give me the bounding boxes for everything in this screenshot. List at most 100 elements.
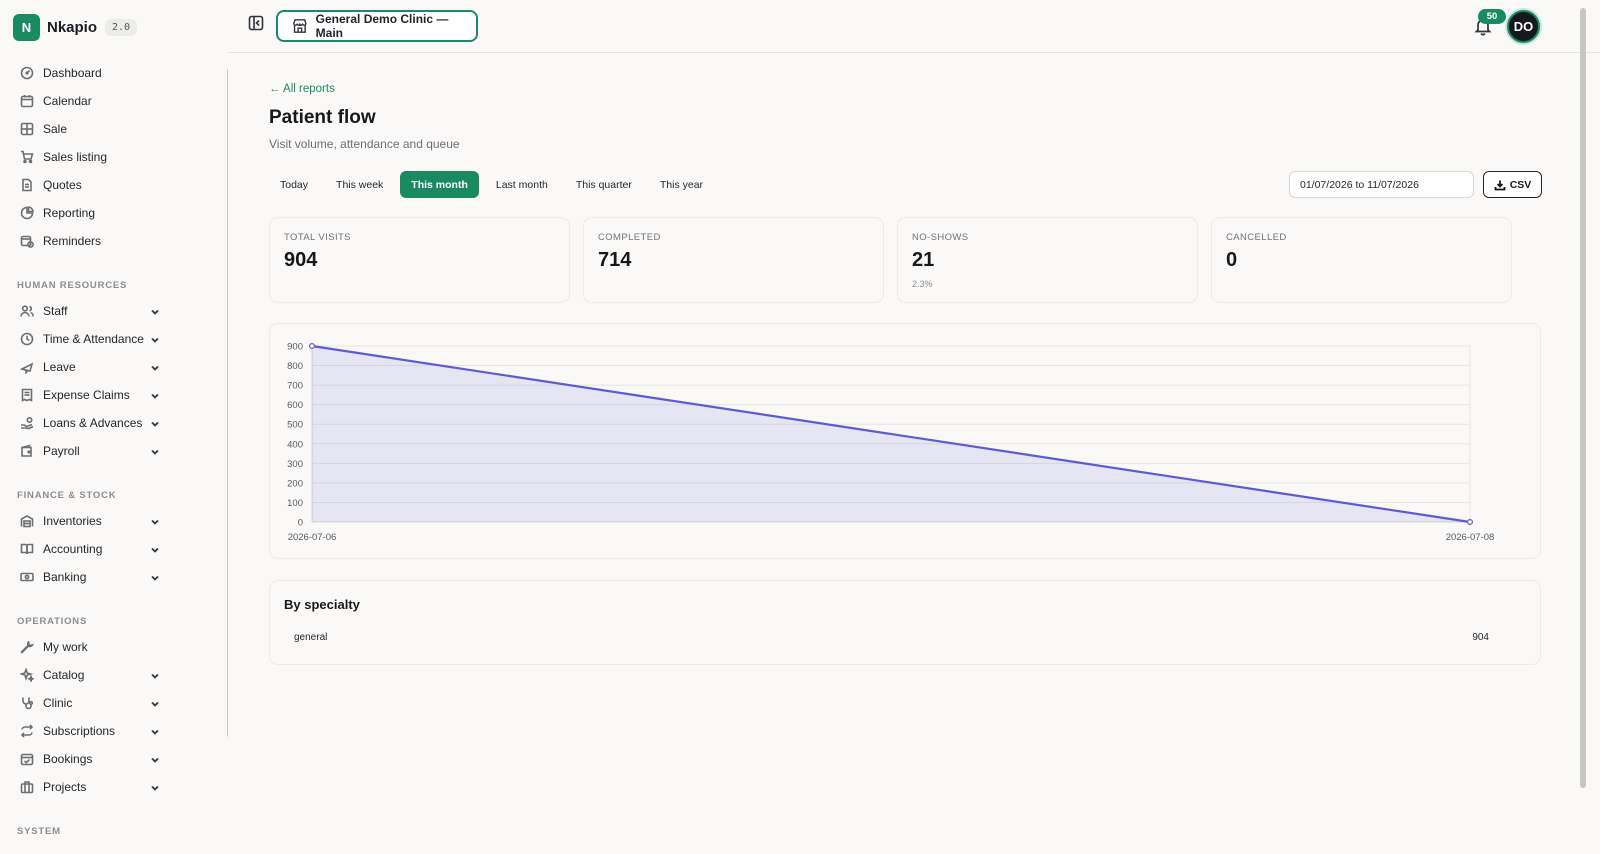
- range-tab-this-year[interactable]: This year: [649, 171, 714, 198]
- scroll-up-arrow-icon[interactable]: ▲: [226, 58, 228, 65]
- range-tab-last-month[interactable]: Last month: [485, 171, 559, 198]
- stat-card-completed: COMPLETED 714: [583, 217, 884, 303]
- clinic-selector-button[interactable]: General Demo Clinic — Main: [276, 10, 478, 42]
- sidebar-item-label: Leave: [43, 360, 76, 374]
- wrench-icon: [20, 640, 34, 654]
- banknote-icon: [20, 570, 34, 584]
- sidebar-item-label: Clinic: [43, 696, 73, 710]
- sidebar-item-time-and-attendance[interactable]: Time & Attendance: [0, 325, 228, 353]
- sidebar-nav: Dashboard Calendar Sale Sales listing Quotes…: [0, 59, 228, 843]
- sidebar-expand-toggle[interactable]: [150, 670, 160, 680]
- sidebar-item-label: Dashboard: [43, 66, 102, 80]
- sidebar-item-accounting[interactable]: Accounting: [0, 535, 228, 563]
- dashboard-icon: [20, 66, 34, 80]
- y-tick-label: 0: [298, 518, 303, 529]
- range-tab-today[interactable]: Today: [269, 171, 319, 198]
- brand[interactable]: N Nkapio 2.0: [13, 13, 138, 41]
- page-scrollbar[interactable]: [1578, 0, 1588, 854]
- sidebar-expand-toggle[interactable]: [150, 390, 160, 400]
- app-root: N Nkapio 2.0 Dashboard Calendar Sale Sales …: [0, 0, 1600, 854]
- y-tick-label: 500: [287, 420, 303, 431]
- sidebar-item-subscriptions[interactable]: Subscriptions: [0, 717, 228, 745]
- range-tab-this-week[interactable]: This week: [325, 171, 394, 198]
- sidebar-scroll-thumb[interactable]: [227, 68, 228, 738]
- specialty-count: 904: [1472, 632, 1489, 643]
- chevron-down-icon: [151, 729, 159, 735]
- chevron-down-icon: [151, 393, 159, 399]
- sidebar-expand-toggle[interactable]: [150, 782, 160, 792]
- user-avatar[interactable]: DO: [1507, 10, 1540, 43]
- sidebar-item-label: Inventories: [43, 514, 102, 528]
- page-title: Patient flow: [269, 107, 376, 128]
- data-point: [308, 343, 315, 350]
- repeat-icon: [20, 724, 34, 738]
- document-icon: [20, 178, 34, 192]
- topbar: General Demo Clinic — Main 50 DO: [228, 0, 1600, 53]
- sidebar-item-quotes[interactable]: Quotes: [0, 171, 228, 199]
- sidebar-collapse-button[interactable]: [248, 15, 264, 31]
- calendar-clock-icon: [20, 234, 34, 248]
- sidebar-item-loans-and-advances[interactable]: Loans & Advances: [0, 409, 228, 437]
- chevron-down-icon: [151, 701, 159, 707]
- store-icon: [292, 19, 307, 33]
- chevron-down-icon: [151, 785, 159, 791]
- chevron-down-icon: [151, 575, 159, 581]
- x-tick-label: 2026-07-08: [1446, 532, 1495, 543]
- sidebar-item-sales-listing[interactable]: Sales listing: [0, 143, 228, 171]
- sidebar-item-staff[interactable]: Staff: [0, 297, 228, 325]
- book-icon: [20, 542, 34, 556]
- clinic-selector-label: General Demo Clinic — Main: [315, 12, 449, 40]
- sidebar-item-label: Accounting: [43, 542, 103, 556]
- range-tab-this-month[interactable]: This month: [400, 171, 479, 198]
- sidebar-expand-toggle[interactable]: [150, 362, 160, 372]
- sidebar-expand-toggle[interactable]: [150, 446, 160, 456]
- page-scroll-thumb[interactable]: [1580, 8, 1586, 788]
- sidebar-item-bookings[interactable]: Bookings: [0, 745, 228, 773]
- sidebar-expand-toggle[interactable]: [150, 572, 160, 582]
- sidebar-expand-toggle[interactable]: [150, 544, 160, 554]
- sidebar-expand-toggle[interactable]: [150, 334, 160, 344]
- sidebar-expand-toggle[interactable]: [150, 754, 160, 764]
- sidebar-scrollbar[interactable]: ▲ ▼: [226, 58, 228, 838]
- scroll-down-arrow-icon[interactable]: ▼: [226, 825, 228, 832]
- sidebar-item-sale[interactable]: Sale: [0, 115, 228, 143]
- all-reports-link[interactable]: ← All reports: [269, 83, 335, 95]
- sidebar-item-catalog[interactable]: Catalog: [0, 661, 228, 689]
- y-tick-label: 800: [287, 361, 303, 372]
- clock-icon: [20, 332, 34, 346]
- sidebar-item-label: Calendar: [43, 94, 92, 108]
- hand-coins-icon: [20, 416, 34, 430]
- sidebar-item-banking[interactable]: Banking: [0, 563, 228, 591]
- sidebar-item-reminders[interactable]: Reminders: [0, 227, 228, 255]
- sidebar-item-projects[interactable]: Projects: [0, 773, 228, 801]
- sidebar-expand-toggle[interactable]: [150, 726, 160, 736]
- sidebar-item-calendar[interactable]: Calendar: [0, 87, 228, 115]
- sidebar-section-heading: SYSTEM: [17, 826, 61, 837]
- sidebar-item-inventories[interactable]: Inventories: [0, 507, 228, 535]
- sidebar-item-reporting[interactable]: Reporting: [0, 199, 228, 227]
- csv-export-button[interactable]: CSV: [1483, 171, 1542, 198]
- date-range-input[interactable]: 01/07/2026 to 11/07/2026: [1289, 171, 1474, 198]
- sidebar-item-payroll[interactable]: Payroll: [0, 437, 228, 465]
- notification-count-badge: 50: [1478, 9, 1506, 24]
- sidebar-item-label: My work: [43, 640, 88, 654]
- range-tab-this-quarter[interactable]: This quarter: [565, 171, 643, 198]
- sidebar-expand-toggle[interactable]: [150, 306, 160, 316]
- download-icon: [1494, 180, 1506, 190]
- sidebar-expand-toggle[interactable]: [150, 698, 160, 708]
- cart-icon: [20, 150, 34, 164]
- sidebar-item-clinic[interactable]: Clinic: [0, 689, 228, 717]
- sidebar-item-dashboard[interactable]: Dashboard: [0, 59, 228, 87]
- stat-value: 714: [598, 249, 632, 271]
- sidebar-item-label: Reporting: [43, 206, 96, 220]
- chevron-down-icon: [151, 547, 159, 553]
- sidebar-item-expense-claims[interactable]: Expense Claims: [0, 381, 228, 409]
- chart-svg: 0 100 200 300 400 500 600 700 800 900 2026-07-06 20…: [287, 342, 1495, 544]
- sidebar-item-leave[interactable]: Leave: [0, 353, 228, 381]
- chevron-down-icon: [151, 309, 159, 315]
- panel-left-icon: [248, 15, 264, 31]
- data-point: [1466, 519, 1473, 526]
- sidebar-expand-toggle[interactable]: [150, 516, 160, 526]
- sidebar-expand-toggle[interactable]: [150, 418, 160, 428]
- sidebar-item-my-work[interactable]: My work: [0, 633, 228, 661]
